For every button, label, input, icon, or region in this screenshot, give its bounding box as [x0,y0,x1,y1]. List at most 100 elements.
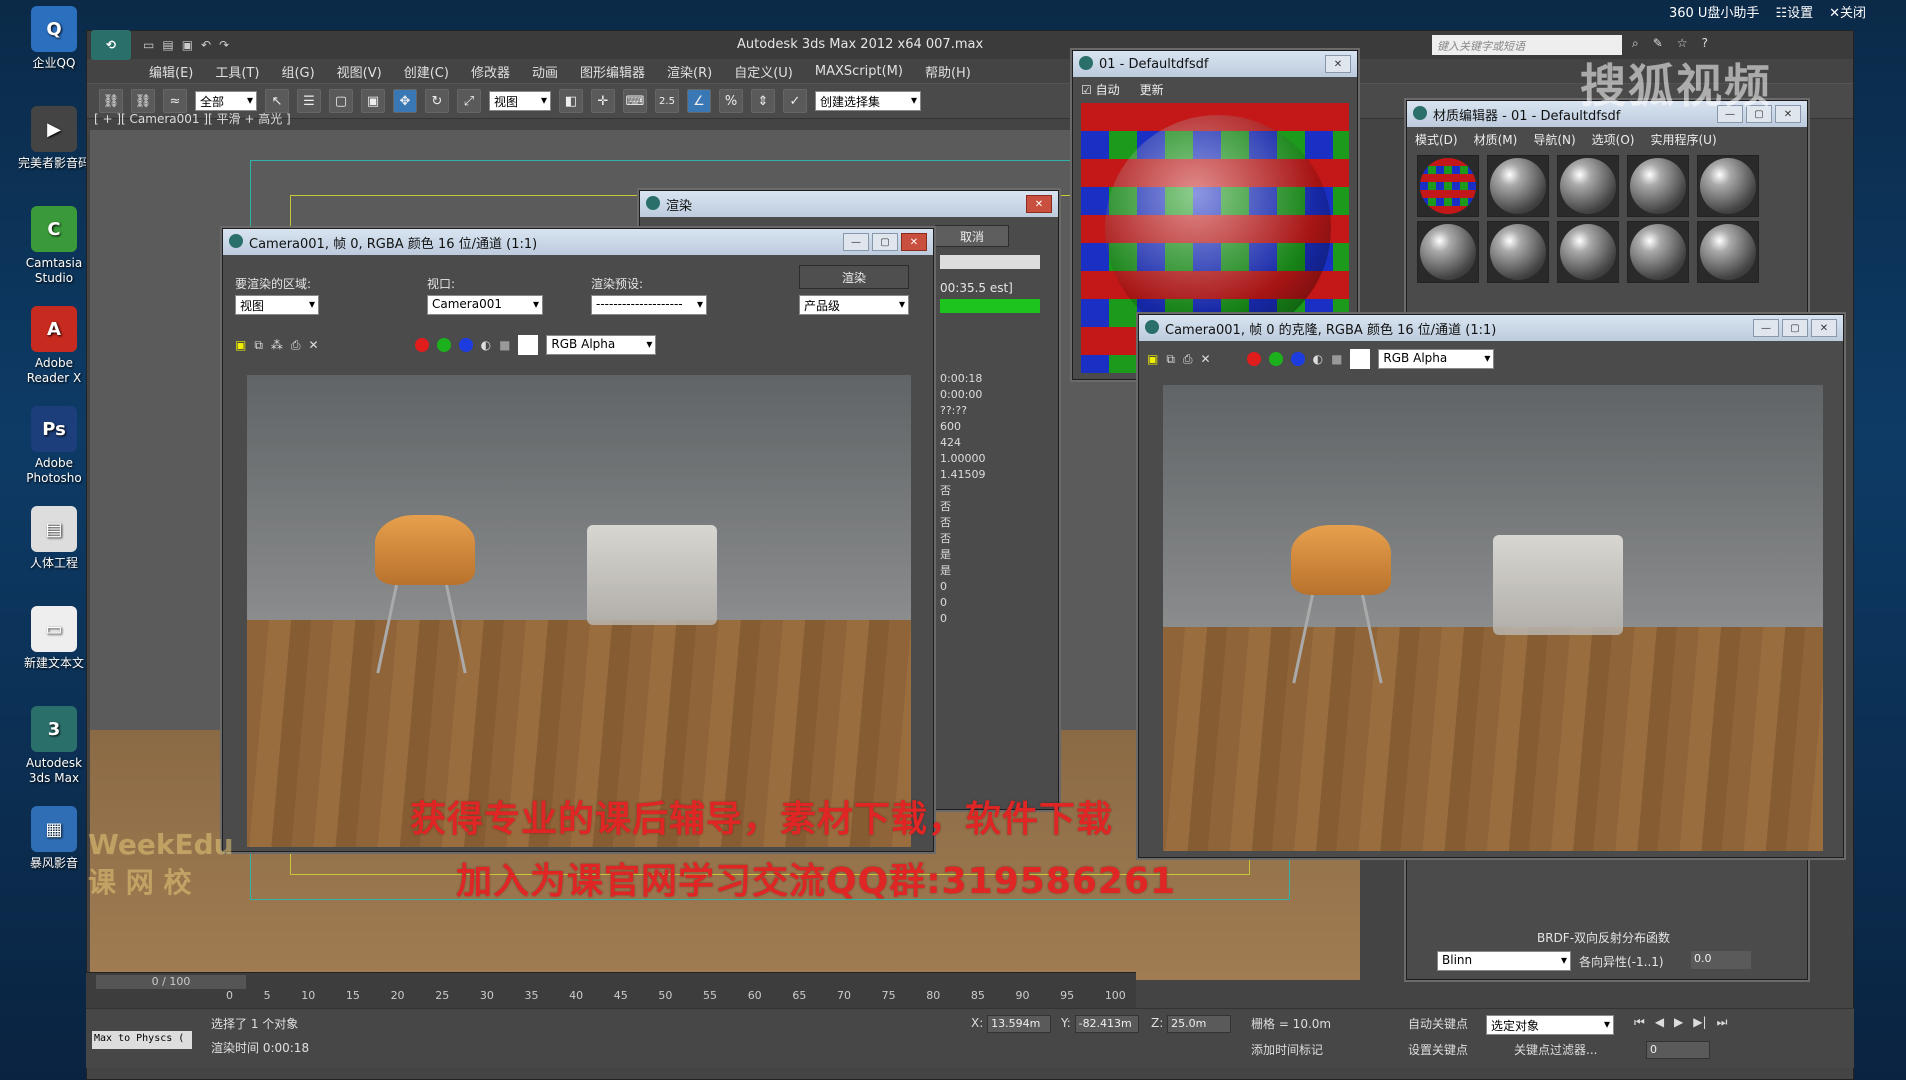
settings-link[interactable]: ☷设置 [1775,2,1813,21]
select-manipulate-icon[interactable]: ✛ [591,89,615,113]
preset-dropdown[interactable]: -------------------- [591,295,707,315]
area-dropdown[interactable]: 视图 [235,295,319,315]
desktop-icon[interactable]: 3 Autodesk 3ds Max [18,706,90,786]
undo-icon[interactable]: ↶ [201,38,211,52]
material-slot[interactable] [1557,221,1619,283]
close-icon[interactable]: ✕ [1811,319,1837,337]
channel-dropdown[interactable]: RGB Alpha [1378,349,1495,369]
viewport-dropdown[interactable]: Camera001 [427,295,543,315]
viewport-label[interactable]: [ + ][ Camera001 ][ 平滑 + 高光 ] [94,110,291,127]
material-slot[interactable] [1627,221,1689,283]
close-icon[interactable]: ✕ [1325,55,1351,73]
angle-snap-icon[interactable]: ∠ [687,89,711,113]
help-icon[interactable]: ? [1702,36,1708,51]
maximize-icon[interactable]: ▢ [1782,319,1808,337]
save-icon[interactable]: ▣ [182,38,193,52]
app-logo-icon[interactable]: ⟲ [91,30,131,60]
material-menu-item[interactable]: 选项(O) [1592,131,1635,148]
move-icon[interactable]: ✥ [393,89,417,113]
save-image-icon[interactable]: ▣ [1147,352,1158,366]
window-crossing-icon[interactable]: ▣ [361,89,385,113]
menu-item[interactable]: 创建(C) [404,62,449,81]
green-channel-toggle[interactable] [1268,352,1283,366]
auto-checkbox[interactable]: ☑ 自动 [1081,81,1120,98]
select-by-name-icon[interactable]: ☰ [297,89,321,113]
red-channel-toggle[interactable] [1246,352,1261,366]
next-frame-icon[interactable]: ▶| [1693,1015,1706,1030]
menu-item[interactable]: 工具(T) [215,62,259,81]
keyboard-shortcut-icon[interactable]: ⌨ [623,89,647,113]
shader-dropdown[interactable]: Blinn [1437,951,1571,971]
menu-item[interactable]: 修改器 [471,62,510,81]
copy-image-icon[interactable]: ⧉ [1166,352,1175,367]
selection-filter-dropdown[interactable]: 全部 [195,91,257,111]
channel-dropdown[interactable]: RGB Alpha [546,335,657,355]
edit-named-selection-icon[interactable]: ✓ [783,89,807,113]
close-icon[interactable]: ✕ [1775,105,1801,123]
mono-toggle-icon[interactable]: ■ [499,338,510,352]
minimize-icon[interactable]: — [1753,319,1779,337]
desktop-icon[interactable]: ▤ 人体工程 [18,506,90,571]
material-slot[interactable] [1487,155,1549,217]
menu-item[interactable]: 视图(V) [337,62,382,81]
menu-item[interactable]: 组(G) [281,62,314,81]
alpha-toggle-icon[interactable]: ◐ [481,338,491,352]
material-menu-item[interactable]: 材质(M) [1474,131,1518,148]
key-filters-button[interactable]: 关键点过滤器... [1514,1041,1597,1058]
x-field[interactable]: 13.594m [987,1015,1052,1033]
maximize-icon[interactable]: ▢ [872,233,898,251]
menu-item[interactable]: 帮助(H) [925,62,971,81]
menu-item[interactable]: MAXScript(M) [815,64,903,79]
y-coord[interactable]: Y: -82.413m [1061,1015,1139,1033]
swatch[interactable] [518,335,539,355]
alpha-toggle-icon[interactable]: ◐ [1313,352,1323,366]
go-start-icon[interactable]: ⏮ [1634,1015,1645,1030]
green-channel-toggle[interactable] [436,338,451,352]
menu-item[interactable]: 动画 [532,62,558,81]
clear-icon[interactable]: ✕ [1201,352,1211,366]
ref-coord-dropdown[interactable]: 视图 [489,91,551,111]
star-icon[interactable]: ☆ [1677,36,1688,51]
play-icon[interactable]: ▶ [1674,1015,1683,1030]
menu-item[interactable]: 渲染(R) [667,62,712,81]
material-slot[interactable] [1627,155,1689,217]
material-menu-item[interactable]: 模式(D) [1415,131,1458,148]
material-slot[interactable] [1417,221,1479,283]
material-menu-item[interactable]: 导航(N) [1533,131,1575,148]
add-time-tag[interactable]: 添加时间标记 [1251,1041,1323,1058]
print-icon[interactable]: ⎙ [291,338,301,353]
material-slot[interactable] [1697,221,1759,283]
new-icon[interactable]: ▭ [143,38,154,52]
menu-item[interactable]: 编辑(E) [149,62,193,81]
desktop-icon[interactable]: ▦ 暴风影音 [18,806,90,871]
desktop-icon[interactable]: ▭ 新建文本文 [18,606,90,671]
desktop-icon[interactable]: A Adobe Reader X [18,306,90,386]
update-button[interactable]: 更新 [1140,81,1164,98]
named-selection-dropdown[interactable]: 创建选择集 [815,91,921,111]
z-field[interactable]: 25.0m [1167,1015,1232,1033]
red-channel-toggle[interactable] [414,338,429,352]
redo-icon[interactable]: ↷ [219,38,229,52]
material-slot[interactable] [1417,155,1479,217]
desktop-icon[interactable]: Ps Adobe Photosho [18,406,90,486]
minimize-icon[interactable]: — [843,233,869,251]
close-icon[interactable]: ✕ [1026,195,1052,213]
rotate-icon[interactable]: ↻ [425,89,449,113]
save-image-icon[interactable]: ▣ [235,338,246,352]
blue-channel-toggle[interactable] [1290,352,1305,366]
open-icon[interactable]: ▤ [162,38,173,52]
go-end-icon[interactable]: ⏭ [1717,1015,1728,1030]
material-slot[interactable] [1557,155,1619,217]
tools-icon[interactable]: ✎ [1653,36,1663,51]
clone-window-icon[interactable]: ⁂ [271,338,283,352]
mono-toggle-icon[interactable]: ■ [1331,352,1342,366]
cancel-button[interactable]: 取消 [935,225,1009,247]
material-slot[interactable] [1487,221,1549,283]
pivot-icon[interactable]: ◧ [559,89,583,113]
maxscript-listener[interactable]: Max to Physcs ( [92,1031,192,1049]
desktop-icon[interactable]: C Camtasia Studio [18,206,90,286]
current-frame-field[interactable]: 0 [1646,1041,1710,1059]
auto-key-button[interactable]: 自动关键点 [1408,1015,1468,1032]
material-slot[interactable] [1697,155,1759,217]
anisotropy-field[interactable]: 0.0 [1691,951,1751,969]
